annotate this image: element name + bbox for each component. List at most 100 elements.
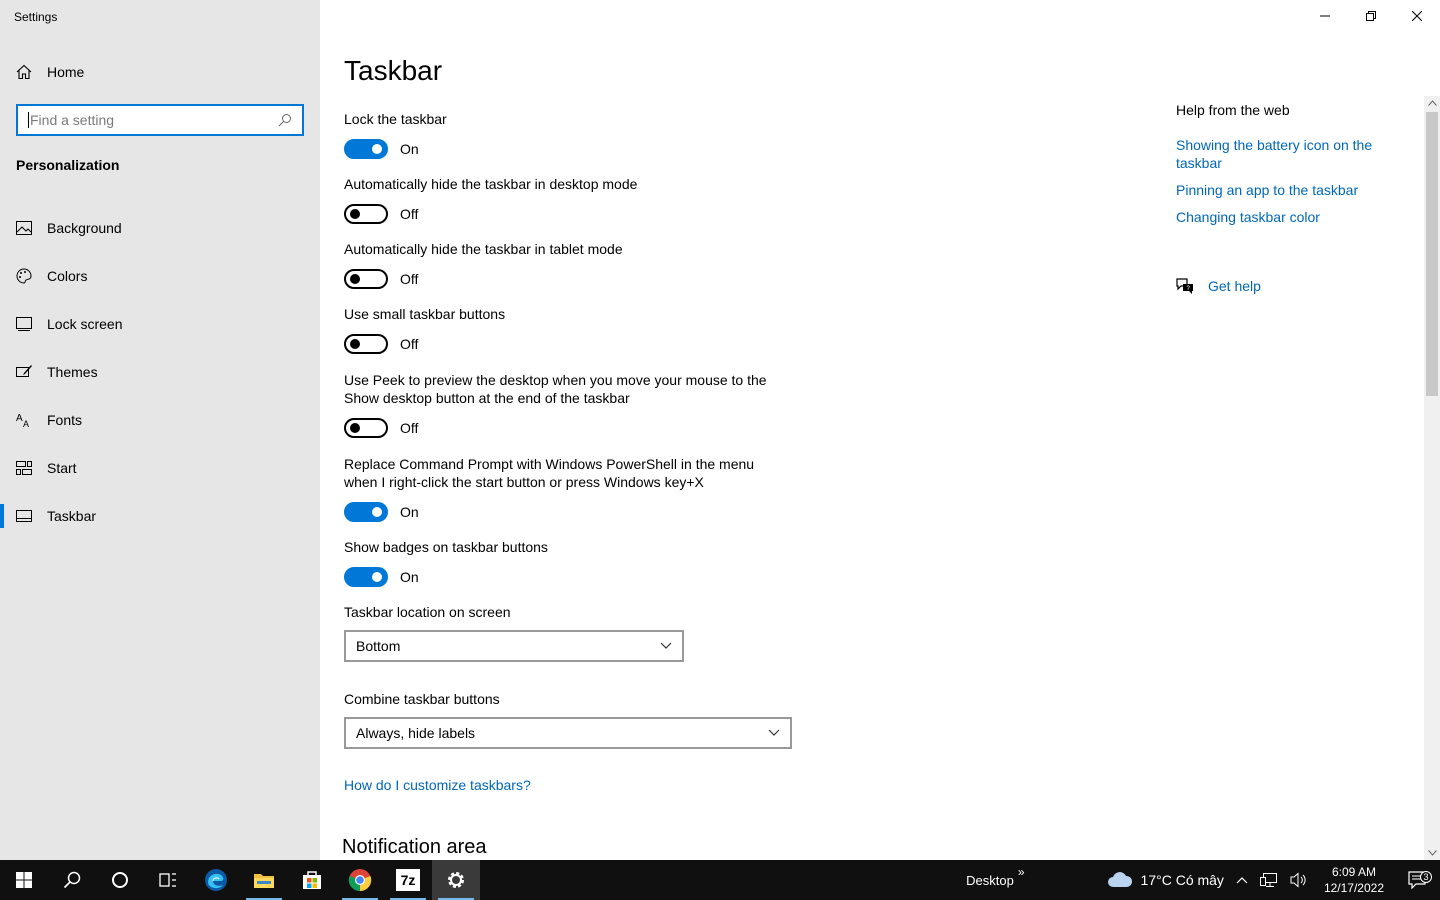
text-caret [28, 112, 29, 128]
setting-peek: Use Peek to preview the desktop when you… [344, 371, 774, 438]
action-center-button[interactable]: 3 [1394, 871, 1440, 889]
setting-badges: Show badges on taskbar buttons On [344, 538, 804, 587]
store-taskbar-button[interactable] [288, 860, 336, 900]
toggle-state: On [400, 504, 419, 520]
sidebar-item-label: Lock screen [47, 316, 123, 332]
font-icon: AA [16, 412, 32, 428]
lock-taskbar-toggle[interactable] [344, 139, 388, 159]
autohide-tablet-toggle[interactable] [344, 269, 388, 289]
settings-taskbar-button[interactable] [432, 860, 480, 900]
dropdown-value: Always, hide labels [356, 725, 476, 741]
search-button[interactable] [48, 860, 96, 900]
toggle-state: Off [400, 206, 419, 222]
customize-link-wrap: How do I customize taskbars? [344, 777, 804, 795]
file-explorer-taskbar-button[interactable] [240, 860, 288, 900]
sidebar-item-start[interactable]: Start [0, 444, 320, 492]
chat-help-icon: ? [1176, 278, 1193, 294]
clock-date: 12/17/2022 [1323, 881, 1384, 895]
volume-button[interactable] [1284, 872, 1314, 888]
chrome-taskbar-button[interactable] [336, 860, 384, 900]
sidebar-item-themes[interactable]: Themes [0, 348, 320, 396]
customize-taskbars-link[interactable]: How do I customize taskbars? [344, 777, 531, 793]
restore-button[interactable] [1348, 0, 1394, 32]
sidebar-item-label: Colors [47, 268, 88, 284]
cortana-button[interactable] [96, 860, 144, 900]
sidebar-item-label: Start [47, 460, 77, 476]
powershell-toggle[interactable] [344, 502, 388, 522]
home-nav-item[interactable]: Home [16, 64, 84, 80]
minimize-button[interactable] [1302, 0, 1348, 32]
sidebar-item-background[interactable]: Background [0, 204, 320, 252]
home-label: Home [47, 64, 85, 80]
task-view-button[interactable] [144, 860, 192, 900]
sidebar-item-fonts[interactable]: AA Fonts [0, 396, 320, 444]
chevron-up-icon [1236, 877, 1248, 884]
weather-widget[interactable]: 17°C Có mây [1101, 871, 1230, 889]
scroll-up-arrow[interactable] [1427, 98, 1437, 108]
get-help-button[interactable]: ? Get help [1176, 277, 1261, 295]
lock-screen-icon [16, 316, 32, 332]
app-title: Settings [14, 10, 58, 24]
tray-overflow-button[interactable] [1230, 876, 1254, 884]
help-link-color[interactable]: Changing taskbar color [1176, 208, 1396, 226]
home-icon [16, 64, 32, 80]
desktop-toolbar[interactable]: Desktop » [960, 865, 1030, 888]
help-link-battery[interactable]: Showing the battery icon on the taskbar [1176, 136, 1396, 172]
setting-label: Lock the taskbar [344, 111, 447, 127]
7zip-icon: 7z [396, 869, 420, 891]
badges-toggle[interactable] [344, 567, 388, 587]
sidebar-item-label: Background [47, 220, 122, 236]
combine-dropdown[interactable]: Always, hide labels [344, 717, 792, 749]
small-buttons-toggle[interactable] [344, 334, 388, 354]
7zip-taskbar-button[interactable]: 7z [384, 860, 432, 900]
sidebar-item-taskbar[interactable]: Taskbar [0, 492, 320, 540]
toggle-state: Off [400, 420, 419, 436]
close-icon [1412, 11, 1422, 21]
page-title: Taskbar [344, 55, 443, 86]
toggle-state: On [400, 141, 419, 157]
search-icon [63, 871, 81, 889]
chevron-down-icon [660, 642, 672, 649]
network-button[interactable] [1254, 872, 1284, 888]
peek-toggle[interactable] [344, 418, 388, 438]
setting-small-buttons: Use small taskbar buttons Off [344, 305, 804, 354]
setting-location: Taskbar location on screen Bottom [344, 603, 684, 662]
start-icon [16, 872, 32, 888]
brush-icon [16, 364, 32, 380]
search-box[interactable] [16, 104, 304, 136]
start-button[interactable] [0, 860, 48, 900]
search-input[interactable] [30, 112, 278, 128]
dropdown-value: Bottom [356, 638, 401, 654]
autohide-desktop-toggle[interactable] [344, 204, 388, 224]
setting-autohide-desktop: Automatically hide the taskbar in deskto… [344, 175, 804, 224]
task-view-icon [159, 873, 176, 887]
desktop-toolbar-label: Desktop [966, 872, 1014, 888]
svg-text:A: A [16, 413, 23, 424]
search-icon[interactable] [278, 113, 292, 127]
sidebar-item-lock-screen[interactable]: Lock screen [0, 300, 320, 348]
sidebar-nav: Background Colors Lock screen Themes AA … [0, 204, 320, 540]
windows-taskbar: 7z Desktop » 17°C Có mây 6:09 AM 12/17/2… [0, 860, 1440, 900]
weather-text: 17°C Có mây [1140, 872, 1224, 888]
scroll-down-arrow[interactable] [1427, 848, 1437, 858]
notification-count-badge: 3 [1420, 871, 1432, 883]
toggle-state: On [400, 569, 419, 585]
scroll-thumb[interactable] [1426, 112, 1438, 396]
taskbar-icon [16, 508, 32, 524]
file-explorer-icon [254, 874, 274, 888]
clock[interactable]: 6:09 AM 12/17/2022 [1314, 864, 1394, 896]
setting-label: Use small taskbar buttons [344, 306, 506, 322]
edge-taskbar-button[interactable] [192, 860, 240, 900]
close-button[interactable] [1394, 0, 1440, 32]
vertical-scrollbar[interactable] [1424, 96, 1440, 860]
chevron-down-icon [768, 729, 780, 736]
location-dropdown[interactable]: Bottom [344, 630, 684, 662]
system-tray: Desktop » 17°C Có mây 6:09 AM 12/17/2022… [960, 860, 1440, 900]
window-controls [1302, 0, 1440, 32]
toolbar-chevron-icon: » [1017, 865, 1025, 879]
sidebar-item-label: Taskbar [47, 508, 97, 524]
7zip-label: 7z [400, 872, 416, 888]
sidebar-item-colors[interactable]: Colors [0, 252, 320, 300]
cortana-icon [112, 872, 128, 888]
help-link-pinning[interactable]: Pinning an app to the taskbar [1176, 181, 1396, 199]
